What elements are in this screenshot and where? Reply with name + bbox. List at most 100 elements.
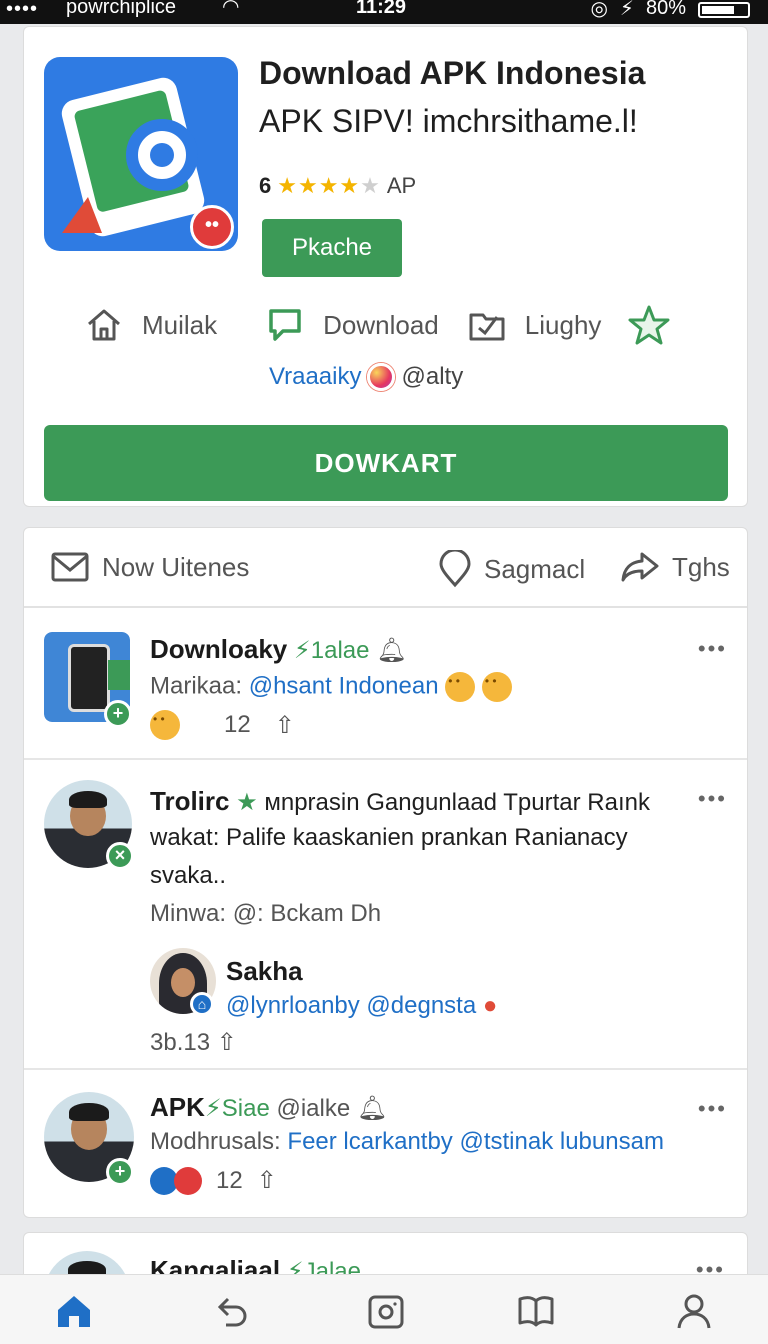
camera-icon[interactable] (366, 1291, 406, 1331)
alarm-icon: ◎ (590, 0, 608, 20)
wifi-icon: ◠ (222, 0, 240, 18)
plus-badge-icon: + (104, 700, 132, 728)
post-header: Trolirc ★ мnprasin Gangunlaad Tpurtar Ra… (150, 786, 650, 817)
like-count: 12 (224, 711, 251, 738)
more-options-icon[interactable]: ••• (698, 786, 727, 812)
app-card: •• Download APK Indonesia APK SIPV! imch… (23, 26, 748, 507)
star-outline-icon[interactable] (627, 303, 671, 347)
post-label: Marikaa: (150, 672, 243, 700)
home-icon[interactable] (54, 1291, 94, 1331)
location-pin-icon (439, 550, 471, 588)
instagram-icon[interactable] (367, 363, 396, 391)
lens-graphic (126, 119, 198, 191)
status-bar: •••• powrchiplice ◠ 11:29 ◎ ⚡ 80% (0, 0, 768, 24)
post-text: Marikaa: @hsant Indonean (150, 672, 512, 702)
home-icon (88, 309, 120, 341)
app-title: Download APK Indonesia (259, 55, 646, 91)
reply-text: @lynrloanby @degnsta ● (226, 992, 497, 1020)
social-row: Vraaaiky @alty (269, 363, 463, 391)
post-author[interactable]: Downloaky (150, 634, 287, 664)
feed-post[interactable]: + Downloaky ⚡1alae 🔔︎ ••• Marikaa: @hsan… (24, 610, 747, 760)
social-name[interactable]: Vraaaiky (269, 363, 361, 391)
more-options-icon[interactable]: ••• (698, 636, 727, 662)
reply-name[interactable]: Sakha (226, 956, 303, 986)
plus-badge-icon: + (106, 1158, 134, 1186)
meta-text: Minwa: @: Bckam (150, 900, 344, 927)
share-icon[interactable]: ⇧ (217, 1029, 237, 1056)
heart-icon (174, 1166, 202, 1195)
action-label: Muilak (142, 309, 218, 340)
app-icon[interactable]: •• (44, 57, 238, 251)
charging-icon: ⚡ (619, 0, 634, 20)
meta-suffix: Dh (350, 900, 382, 927)
status-right: ◎ ⚡ 80% (590, 0, 750, 21)
rating-row: 6 ★★★★★ AP (259, 173, 416, 199)
post-text: Modhrusals: Feer lcarkantby @tstinak lub… (150, 1128, 664, 1156)
rating-count: 6 (259, 173, 272, 198)
action-muilak[interactable]: Muilak (84, 305, 217, 345)
tab-sagmacl[interactable]: Sagmacl (438, 550, 585, 588)
reply-author: Sakha (226, 956, 303, 987)
post-label: Modhrusals: (150, 1128, 281, 1155)
action-liughy[interactable]: Liughy (467, 305, 601, 345)
post-tag: 1alae (310, 637, 370, 664)
star-icon: ★ (236, 789, 258, 816)
clock: 11:29 (356, 0, 407, 18)
post-author[interactable]: APK (150, 1092, 205, 1122)
post-link[interactable]: Feer lcarkantby @tstinak lubunsam (287, 1128, 664, 1155)
reply-meta: 3b.13 ⇧ (150, 1028, 237, 1057)
action-row: Muilak Download Liughy (84, 303, 671, 347)
folder-check-icon (469, 313, 505, 341)
post-meta: 12 ⇧ (150, 710, 295, 740)
emoji-icon (445, 672, 476, 702)
upload-icon[interactable]: ⇧ (257, 1166, 277, 1195)
feed-post[interactable]: × Trolirc ★ мnprasin Gangunlaad Tpurtar … (24, 760, 747, 1070)
rating-suffix: AP (386, 173, 417, 198)
undo-icon[interactable] (212, 1291, 252, 1331)
package-button[interactable]: Pkache (262, 219, 402, 277)
bell-icon[interactable]: 🔔︎ (376, 637, 406, 664)
tab-tghs[interactable]: Tghs (620, 550, 730, 584)
post-meta: 12 ⇧ (150, 1166, 277, 1195)
post-author[interactable]: Trolirc (150, 786, 229, 816)
post-handle[interactable]: @ialke (276, 1095, 350, 1122)
reply-handles[interactable]: @lynrloanby @degnsta (226, 992, 476, 1019)
bottom-navigation (0, 1274, 768, 1344)
like-count: 12 (216, 1166, 243, 1194)
download-main-button[interactable]: DOWKART (44, 425, 728, 501)
post-header: APK⚡Siae @ialke 🔔︎ (150, 1092, 387, 1123)
post-tag: Siae (221, 1095, 270, 1122)
carrier-label: powrchiplice (66, 0, 177, 18)
bell-icon[interactable]: 🔔︎ (357, 1095, 387, 1122)
post-text-3: svaka.. (150, 862, 227, 889)
battery-icon (698, 1, 750, 18)
comment-icon (269, 309, 301, 341)
tab-now-uitenes[interactable]: Now Uitenes (50, 550, 249, 584)
action-download[interactable]: Download (265, 305, 439, 345)
mail-icon (51, 552, 89, 582)
bolt-icon: ⚡ (293, 637, 311, 664)
signal-indicator: •••• (6, 0, 39, 20)
upload-icon[interactable]: ⇧ (275, 711, 295, 740)
emoji-icon (150, 710, 180, 740)
pin-emoji-icon: ● (482, 992, 498, 1019)
home-badge-icon: ⌂ (190, 992, 214, 1016)
battery-percent: 80% (645, 0, 686, 19)
feed-post[interactable]: + APK⚡Siae @ialke 🔔︎ ••• Modhrusals: Fee… (24, 1070, 747, 1217)
action-label: Download (323, 309, 439, 340)
star-rating: ★★★★★ (277, 173, 381, 198)
emoji-icon (481, 672, 512, 702)
more-options-icon[interactable]: ••• (698, 1096, 727, 1122)
post-meta: Minwa: @: Bckam Dh (150, 900, 381, 928)
post-link[interactable]: @hsant Indonean (249, 672, 439, 699)
person-icon[interactable] (674, 1291, 714, 1331)
app-subtitle: APK SIPV! imchrsithame.l! (259, 103, 638, 139)
post-header: Downloaky ⚡1alae 🔔︎ (150, 634, 407, 665)
triangle-graphic (62, 197, 102, 233)
social-handle[interactable]: @alty (401, 363, 463, 391)
reply-count: 3b.13 (150, 1029, 211, 1056)
book-icon[interactable] (516, 1291, 556, 1331)
feed-card: Now Uitenes Sagmacl Tghs + Downloaky ⚡1a… (23, 527, 748, 1218)
close-badge-icon: × (106, 842, 134, 870)
bolt-icon: ⚡ (204, 1095, 222, 1122)
